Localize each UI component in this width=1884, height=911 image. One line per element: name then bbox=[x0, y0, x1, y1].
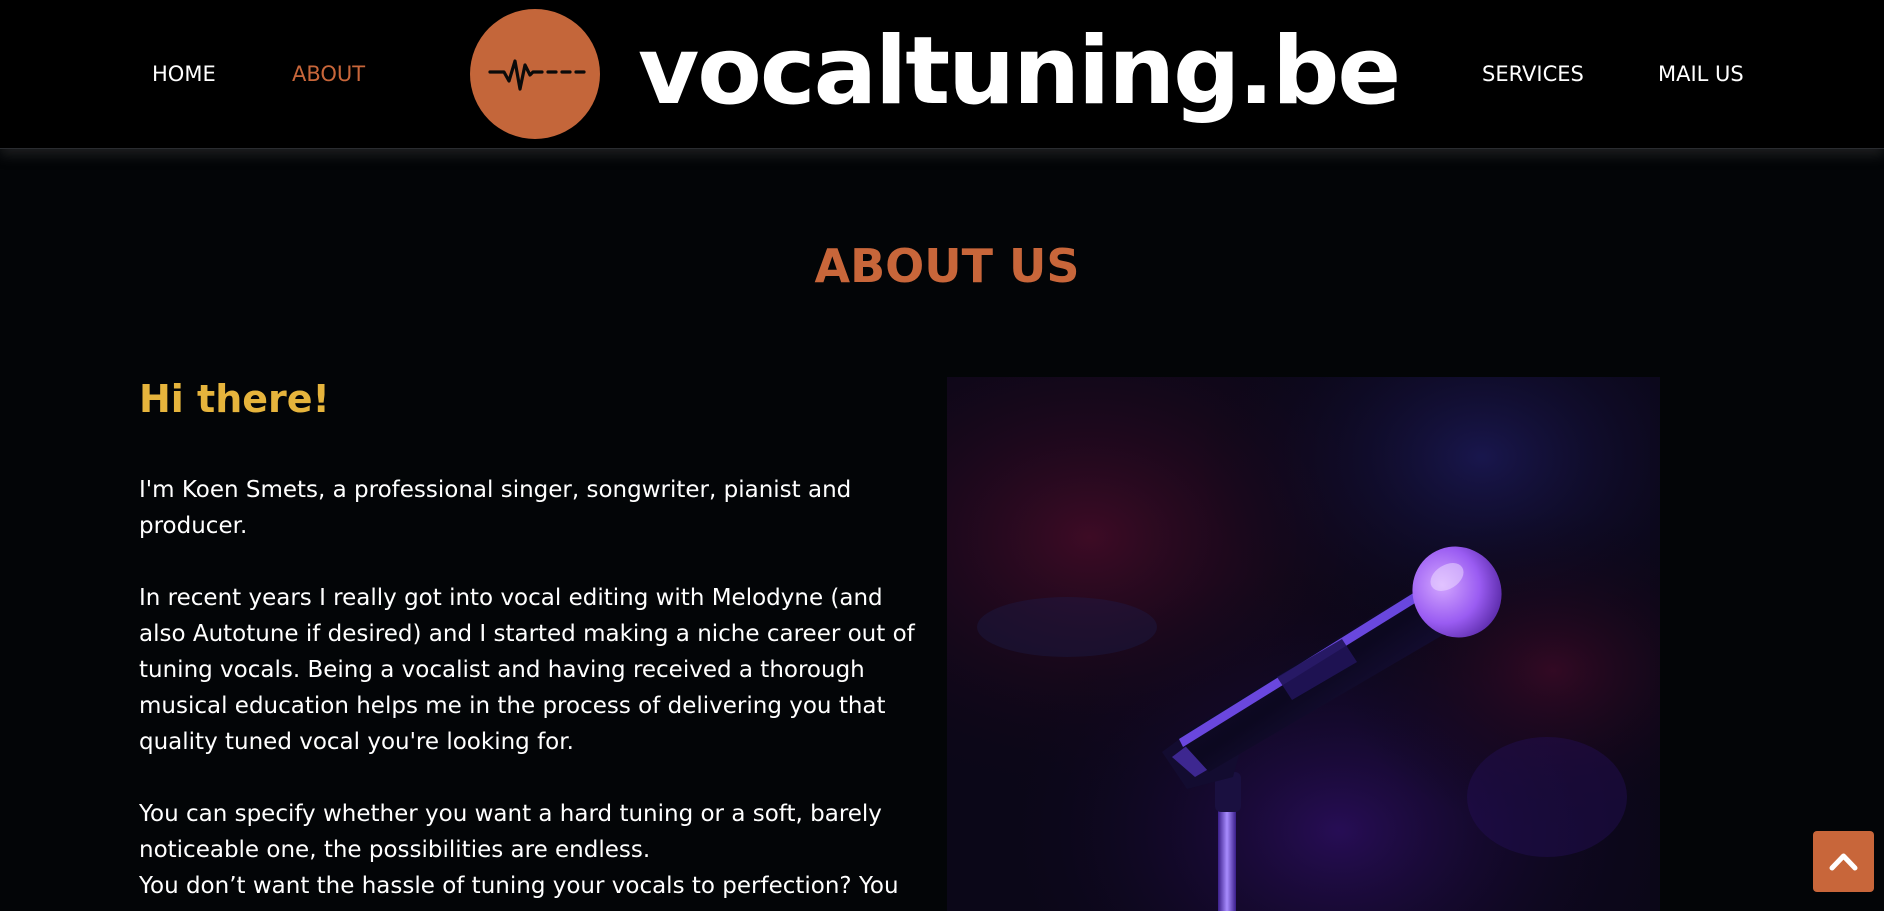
about-paragraph: You don’t want the hassle of tuning your… bbox=[139, 873, 899, 899]
site-logo[interactable]: vocaltuning.be bbox=[470, 8, 1401, 140]
waveform-icon bbox=[470, 9, 600, 139]
nav-link-mail-us[interactable]: MAIL US bbox=[1658, 60, 1744, 88]
section-subtitle: Hi there! bbox=[139, 377, 330, 421]
about-text: I'm Koen Smets, a professional singer, s… bbox=[139, 472, 934, 904]
about-paragraph: You can specify whether you want a hard … bbox=[139, 801, 882, 863]
chevron-up-icon bbox=[1829, 853, 1858, 871]
about-paragraph: I'm Koen Smets, a professional singer, s… bbox=[139, 477, 852, 539]
nav-link-home[interactable]: HOME bbox=[152, 60, 216, 88]
nav-link-about[interactable]: ABOUT bbox=[292, 60, 365, 88]
page-title: ABOUT US bbox=[814, 239, 1080, 293]
scroll-to-top-button[interactable] bbox=[1813, 831, 1874, 892]
microphone-photo bbox=[947, 377, 1660, 911]
logo-wordmark: vocaltuning.be bbox=[638, 17, 1401, 126]
nav-link-services[interactable]: SERVICES bbox=[1482, 60, 1584, 88]
site-header: HOME ABOUT vocaltuning.be SERVICES MAIL … bbox=[0, 0, 1884, 149]
about-paragraph: In recent years I really got into vocal … bbox=[139, 585, 915, 755]
